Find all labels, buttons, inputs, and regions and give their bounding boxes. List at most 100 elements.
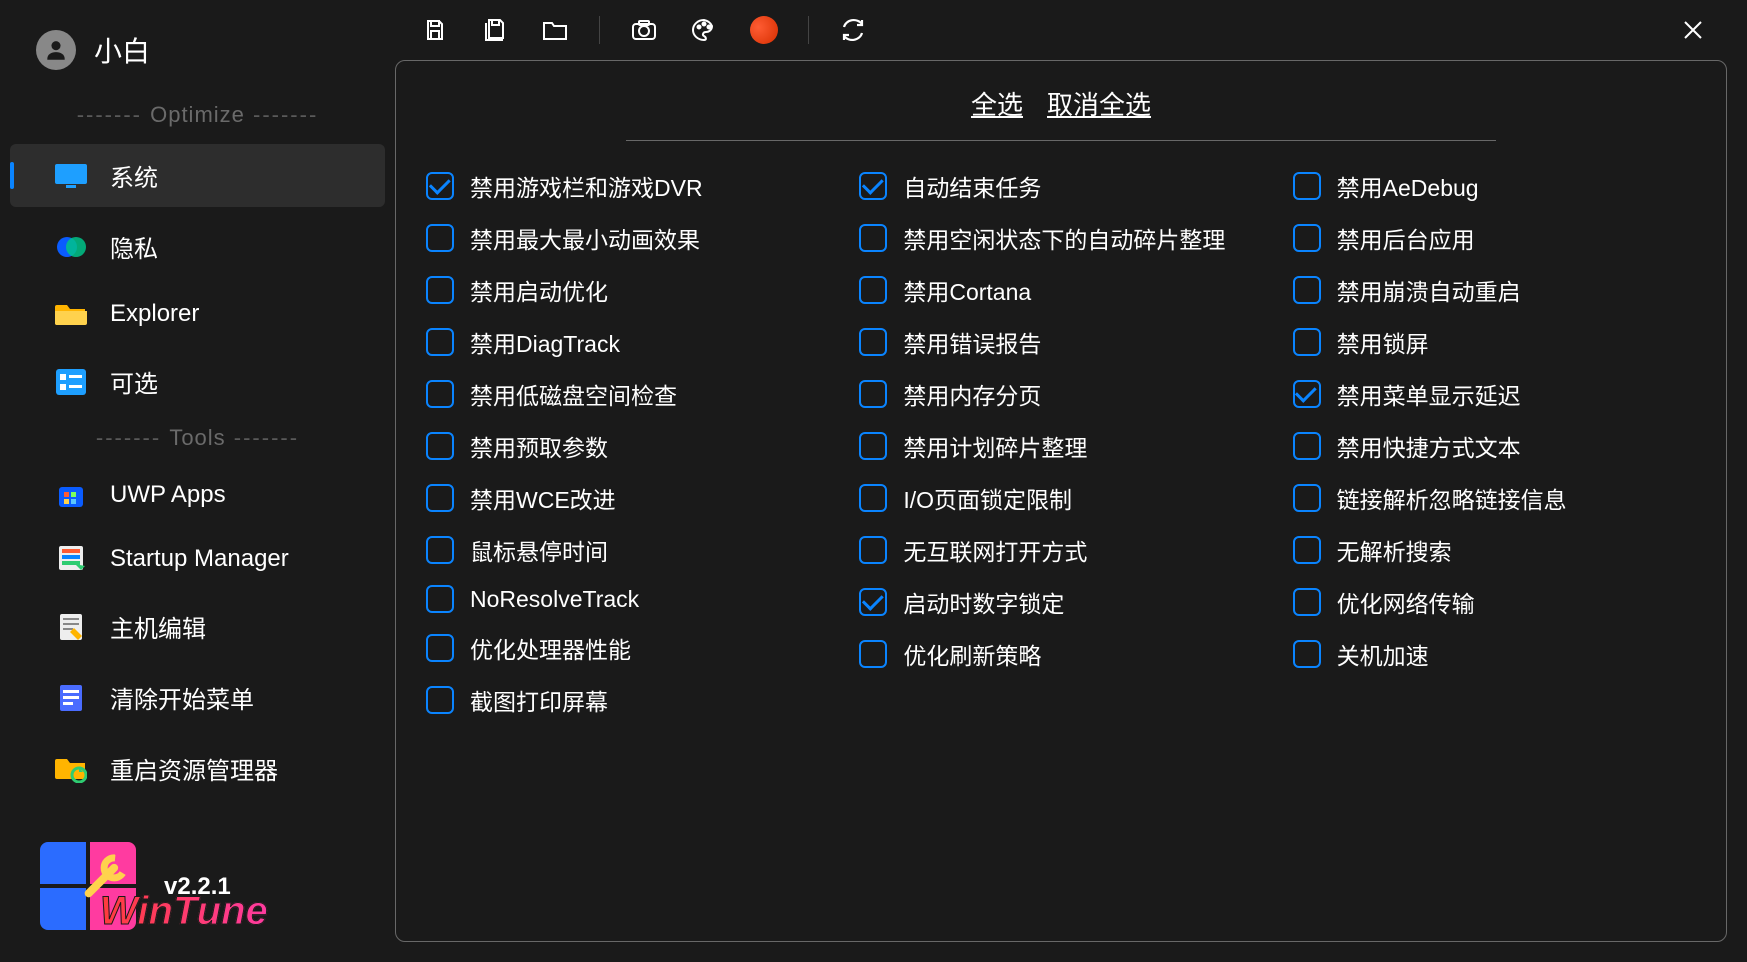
sidebar-item-privacy[interactable]: 隐私 — [10, 215, 385, 278]
sidebar-item-startup[interactable]: Startup Manager — [10, 531, 385, 587]
option-item[interactable]: NoResolveTrack — [426, 585, 829, 613]
save-as-icon[interactable] — [479, 14, 511, 46]
checkbox[interactable] — [1293, 588, 1321, 616]
checkbox[interactable] — [426, 328, 454, 356]
checkbox[interactable] — [426, 536, 454, 564]
content-panel: 全选 取消全选 禁用游戏栏和游戏DVR 禁用最大最小动画效果禁用启动优化禁用Dia… — [395, 60, 1727, 942]
checkbox[interactable] — [426, 484, 454, 512]
folder-icon — [54, 300, 88, 328]
close-button[interactable] — [1669, 6, 1717, 54]
option-item[interactable]: 禁用空闲状态下的自动碎片整理 — [859, 221, 1262, 255]
checkbox[interactable] — [426, 276, 454, 304]
option-label: 自动结束任务 — [903, 169, 1041, 203]
checkbox[interactable] — [1293, 276, 1321, 304]
option-item[interactable]: 禁用错误报告 — [859, 325, 1262, 359]
save-icon[interactable] — [419, 14, 451, 46]
checkbox[interactable] — [426, 686, 454, 714]
checkbox[interactable] — [1293, 536, 1321, 564]
checkbox[interactable] — [426, 634, 454, 662]
option-item[interactable]: 禁用菜单显示延迟 — [1293, 377, 1696, 411]
checkbox[interactable] — [1293, 432, 1321, 460]
section-optimize: Optimize — [0, 102, 395, 128]
option-item[interactable]: 禁用崩溃自动重启 — [1293, 273, 1696, 307]
option-label: 禁用空闲状态下的自动碎片整理 — [903, 221, 1225, 255]
option-item[interactable]: 启动时数字锁定 — [859, 585, 1262, 619]
option-item[interactable]: 禁用预取参数 — [426, 429, 829, 463]
option-item[interactable]: 禁用Cortana — [859, 273, 1262, 307]
checkbox[interactable] — [859, 484, 887, 512]
select-all-link[interactable]: 全选 — [971, 85, 1023, 122]
checkbox[interactable] — [1293, 172, 1321, 200]
deselect-all-link[interactable]: 取消全选 — [1047, 85, 1151, 122]
option-item[interactable]: 禁用启动优化 — [426, 273, 829, 307]
option-item[interactable]: I/O页面锁定限制 — [859, 481, 1262, 515]
user-row: 小白 — [0, 20, 395, 94]
language-flag-icon[interactable] — [748, 14, 780, 46]
checkbox[interactable] — [426, 432, 454, 460]
option-label: 优化处理器性能 — [470, 631, 631, 665]
checkbox[interactable] — [859, 328, 887, 356]
option-item[interactable]: 禁用计划碎片整理 — [859, 429, 1262, 463]
checkbox[interactable] — [859, 588, 887, 616]
option-item[interactable]: 优化处理器性能 — [426, 631, 829, 665]
option-item[interactable]: 自动结束任务 — [859, 169, 1262, 203]
checkbox[interactable] — [859, 380, 887, 408]
option-label: 无互联网打开方式 — [903, 533, 1087, 567]
option-label: 无解析搜索 — [1337, 533, 1452, 567]
refresh-icon[interactable] — [837, 14, 869, 46]
option-item[interactable]: 禁用DiagTrack — [426, 325, 829, 359]
option-item[interactable]: 禁用低磁盘空间检查 — [426, 377, 829, 411]
checkbox[interactable] — [426, 224, 454, 252]
option-item[interactable]: 链接解析忽略链接信息 — [1293, 481, 1696, 515]
option-item[interactable]: 优化刷新策略 — [859, 637, 1262, 671]
monitor-icon — [54, 162, 88, 190]
checkbox[interactable] — [426, 380, 454, 408]
avatar[interactable] — [36, 30, 76, 70]
option-item[interactable]: 优化网络传输 — [1293, 585, 1696, 619]
checkbox[interactable] — [859, 172, 887, 200]
option-label: 优化网络传输 — [1337, 585, 1475, 619]
option-item[interactable]: 禁用游戏栏和游戏DVR — [426, 169, 829, 203]
option-item[interactable]: 截图打印屏幕 — [426, 683, 829, 717]
sidebar-item-uwp[interactable]: UWP Apps — [10, 467, 385, 523]
checkbox[interactable] — [1293, 380, 1321, 408]
checkbox[interactable] — [859, 536, 887, 564]
option-item[interactable]: 禁用AeDebug — [1293, 169, 1696, 203]
option-item[interactable]: 禁用后台应用 — [1293, 221, 1696, 255]
option-label: NoResolveTrack — [470, 586, 639, 613]
checkbox[interactable] — [1293, 328, 1321, 356]
options-column-2: 自动结束任务禁用空闲状态下的自动碎片整理禁用Cortana 禁用错误报告禁用内存分… — [859, 169, 1262, 717]
option-item[interactable]: 禁用最大最小动画效果 — [426, 221, 829, 255]
clearstart-icon — [54, 684, 88, 712]
open-folder-icon[interactable] — [539, 14, 571, 46]
option-item[interactable]: 禁用锁屏 — [1293, 325, 1696, 359]
option-item[interactable]: 禁用内存分页 — [859, 377, 1262, 411]
palette-icon[interactable] — [688, 14, 720, 46]
sidebar-item-clearstart[interactable]: 清除开始菜单 — [10, 666, 385, 729]
sidebar-item-hostedit[interactable]: 主机编辑 — [10, 595, 385, 658]
checkbox[interactable] — [1293, 484, 1321, 512]
checkbox[interactable] — [859, 432, 887, 460]
sidebar-item-system[interactable]: 系统 — [10, 144, 385, 207]
checkbox[interactable] — [426, 172, 454, 200]
checkbox[interactable] — [859, 276, 887, 304]
sidebar-item-restartexp[interactable]: 重启资源管理器 — [10, 737, 385, 800]
sidebar-item-label: 可选 — [110, 364, 158, 399]
option-label: 禁用AeDebug — [1337, 169, 1479, 203]
checkbox[interactable] — [1293, 224, 1321, 252]
option-item[interactable]: 无互联网打开方式 — [859, 533, 1262, 567]
sidebar-item-optional[interactable]: 可选 — [10, 350, 385, 413]
option-label: 禁用最大最小动画效果 — [470, 221, 700, 255]
checkbox[interactable] — [859, 640, 887, 668]
option-item[interactable]: 鼠标悬停时间 — [426, 533, 829, 567]
option-item[interactable]: 无解析搜索 — [1293, 533, 1696, 567]
option-item[interactable]: 禁用WCE改进 — [426, 481, 829, 515]
camera-icon[interactable] — [628, 14, 660, 46]
checkbox[interactable] — [1293, 640, 1321, 668]
toolbar-separator — [599, 16, 600, 44]
checkbox[interactable] — [426, 585, 454, 613]
option-item[interactable]: 关机加速 — [1293, 637, 1696, 671]
option-item[interactable]: 禁用快捷方式文本 — [1293, 429, 1696, 463]
sidebar-item-explorer[interactable]: Explorer — [10, 286, 385, 342]
checkbox[interactable] — [859, 224, 887, 252]
